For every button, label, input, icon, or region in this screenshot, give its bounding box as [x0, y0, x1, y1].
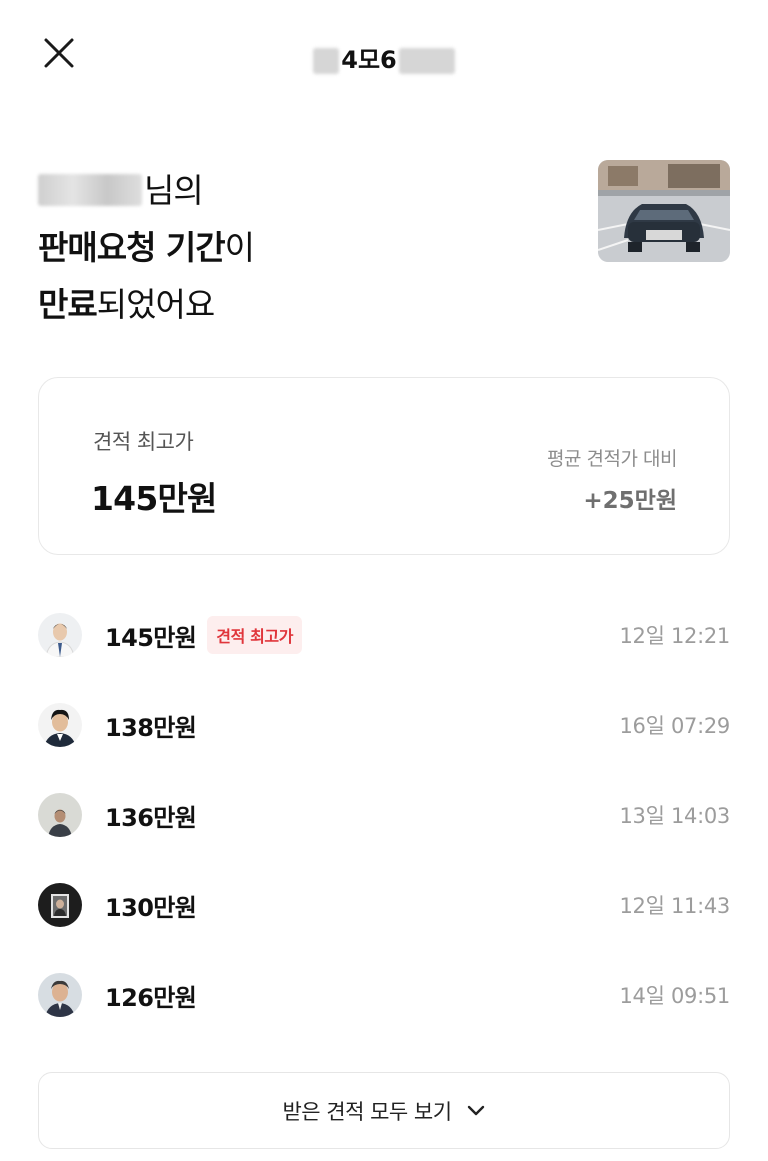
dealer-avatar — [38, 793, 82, 837]
quote-row[interactable]: 126만원 14일 09:51 — [38, 950, 730, 1040]
masked-user-name — [38, 174, 142, 206]
top-bar: 4모6 — [0, 0, 768, 110]
quote-row[interactable]: 136만원 13일 14:03 — [38, 770, 730, 860]
view-all-quotes-button[interactable]: 받은 견적 모두 보기 — [38, 1072, 730, 1149]
quote-amount: 138만원 — [105, 713, 197, 742]
quote-amount: 136만원 — [105, 803, 197, 832]
plate-number-visible: 4모6 — [341, 46, 397, 74]
quote-row[interactable]: 130만원 12일 11:43 — [38, 860, 730, 950]
masked-plate-prefix — [313, 48, 340, 74]
highest-quote-value: 145만원 — [91, 479, 217, 518]
quote-amount: 126만원 — [105, 983, 197, 1012]
dealer-avatar — [38, 613, 82, 657]
quote-time: 12일 11:43 — [619, 894, 730, 918]
car-photo — [598, 160, 730, 262]
headline-line-1: 님의 — [38, 162, 558, 219]
quote-time: 16일 07:29 — [619, 714, 730, 738]
quote-time: 13일 14:03 — [619, 804, 730, 828]
highest-quote-badge: 견적 최고가 — [207, 616, 303, 654]
highest-quote-label: 견적 최고가 — [93, 430, 194, 454]
quote-amount: 145만원 — [105, 623, 197, 652]
quote-time: 12일 12:21 — [619, 624, 730, 648]
average-compare-label: 평균 견적가 대비 — [547, 448, 677, 470]
page-title: 4모6 — [0, 40, 768, 75]
masked-plate-suffix — [398, 48, 455, 74]
highest-quote-summary-card: 견적 최고가 145만원 평균 견적가 대비 +25만원 — [38, 377, 730, 555]
quote-amount: 130만원 — [105, 893, 197, 922]
quote-row[interactable]: 138만원 16일 07:29 — [38, 680, 730, 770]
quote-list: 145만원 견적 최고가 12일 12:21 138만원 16일 07:29 1… — [38, 590, 730, 1040]
dealer-avatar — [38, 973, 82, 1017]
quote-row[interactable]: 145만원 견적 최고가 12일 12:21 — [38, 590, 730, 680]
quote-time: 14일 09:51 — [619, 984, 730, 1008]
dealer-avatar — [38, 883, 82, 927]
view-all-quotes-label: 받은 견적 모두 보기 — [282, 1099, 452, 1124]
dealer-avatar — [38, 703, 82, 747]
expiry-headline: 님의 판매요청 기간이 만료되었어요 — [38, 162, 558, 333]
headline-line-2: 판매요청 기간이 — [38, 228, 255, 267]
chevron-down-icon — [466, 1104, 486, 1118]
headline-line-3: 만료되었어요 — [38, 285, 215, 324]
average-compare-value: +25만원 — [583, 488, 677, 514]
